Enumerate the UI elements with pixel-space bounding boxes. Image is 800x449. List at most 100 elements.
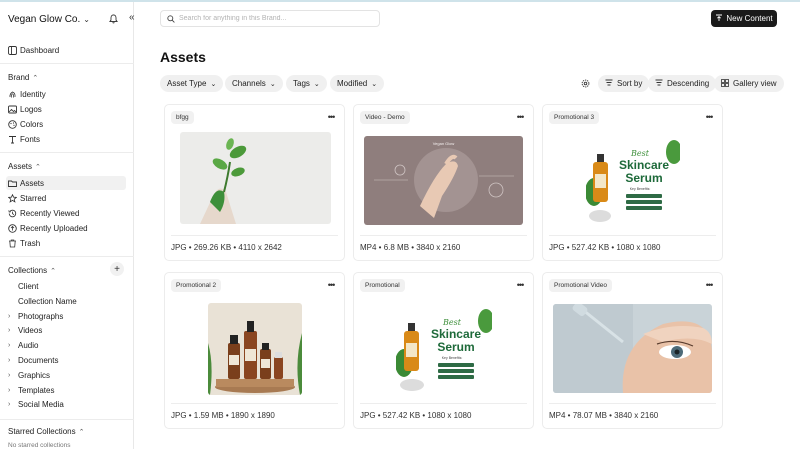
sidebar-item-identity[interactable]: Identity — [6, 87, 126, 101]
collection-label: Collection Name — [18, 297, 77, 306]
upload-icon — [6, 223, 18, 233]
more-options-icon[interactable]: ••• — [702, 279, 716, 291]
sidebar-item-label: Recently Viewed — [20, 208, 80, 218]
filter-asset-type[interactable]: Asset Type ⌄ — [160, 75, 224, 92]
collection-item-documents[interactable]: › Documents — [8, 356, 58, 365]
chevron-right-icon[interactable]: › — [8, 342, 18, 349]
sidebar-item-label: Colors — [20, 119, 44, 129]
chevron-right-icon[interactable]: › — [8, 313, 18, 320]
asset-thumbnail[interactable]: Best Skincare Serum Key Benefits: — [396, 301, 492, 393]
more-options-icon[interactable]: ••• — [702, 111, 716, 123]
collection-item-graphics[interactable]: › Graphics — [8, 371, 50, 380]
filter-channels[interactable]: Channels ⌄ — [225, 75, 283, 92]
asset-meta: MP4 • 6.8 MB • 3840 x 2160 — [360, 243, 461, 252]
trash-icon — [6, 239, 18, 248]
chevron-right-icon[interactable]: › — [8, 327, 18, 334]
sidebar-item-assets[interactable]: Assets — [6, 176, 126, 190]
collection-item-photographs[interactable]: › Photographs — [8, 312, 63, 321]
asset-card[interactable]: Promotional ••• Best Skincare Serum Key … — [353, 272, 534, 429]
sidebar-item-dashboard[interactable]: Dashboard — [6, 43, 126, 57]
card-divider — [171, 403, 338, 404]
sidebar-item-label: Fonts — [20, 134, 41, 144]
svg-text:Skincare: Skincare — [619, 158, 669, 172]
search-input[interactable] — [179, 15, 369, 22]
collection-label: Documents — [18, 356, 59, 365]
sidebar-item-recently-uploaded[interactable]: Recently Uploaded — [6, 221, 126, 235]
collection-item-audio[interactable]: › Audio — [8, 341, 38, 350]
chevron-right-icon[interactable]: › — [8, 387, 18, 394]
settings-button[interactable] — [577, 75, 594, 92]
filter-tags[interactable]: Tags ⌄ — [286, 75, 327, 92]
sidebar-item-recently-viewed[interactable]: Recently Viewed — [6, 206, 126, 220]
sidebar-item-logos[interactable]: Logos — [6, 102, 126, 116]
asset-thumbnail[interactable] — [553, 304, 712, 393]
svg-text:Serum: Serum — [437, 340, 474, 354]
sidebar-item-colors[interactable]: Colors — [6, 117, 126, 131]
more-options-icon[interactable]: ••• — [324, 279, 338, 291]
svg-text:Skincare: Skincare — [431, 327, 481, 341]
filter-modified[interactable]: Modified ⌄ — [330, 75, 385, 92]
sidebar-item-label: Recently Uploaded — [20, 223, 88, 233]
collection-item-collection-name[interactable]: Collection Name — [18, 297, 77, 306]
bell-icon[interactable] — [109, 14, 118, 24]
collapse-sidebar-icon[interactable]: « — [129, 12, 135, 23]
chevron-down-icon: ⌄ — [210, 80, 217, 88]
asset-meta: JPG • 1.59 MB • 1890 x 1890 — [171, 411, 275, 420]
more-options-icon[interactable]: ••• — [513, 111, 527, 123]
svg-text:Serum: Serum — [625, 171, 662, 185]
chevron-up-icon: ⌃ — [78, 428, 85, 436]
card-divider — [549, 403, 716, 404]
asset-meta: JPG • 269.26 KB • 4110 x 2642 — [171, 243, 282, 252]
new-content-button[interactable]: New Content — [711, 10, 777, 27]
chevron-right-icon[interactable]: › — [8, 357, 18, 364]
collection-item-videos[interactable]: › Videos — [8, 326, 42, 335]
asset-card[interactable]: bfgg ••• JPG • 269.26 KB • 4110 x 2642 — [164, 104, 345, 261]
card-divider — [360, 235, 527, 236]
asset-card[interactable]: Promotional 3 ••• Best Skincare Serum Ke… — [542, 104, 723, 261]
sort-by-button[interactable]: Sort by — [598, 75, 650, 92]
svg-text:Best: Best — [630, 149, 650, 158]
sidebar-item-fonts[interactable]: Fonts — [6, 132, 126, 146]
chevron-right-icon[interactable]: › — [8, 372, 18, 379]
asset-thumbnail[interactable] — [208, 303, 302, 395]
chevron-up-icon: ⌃ — [32, 74, 39, 82]
fingerprint-icon — [6, 90, 18, 99]
asset-tag: bfgg — [171, 111, 194, 124]
palette-icon — [6, 119, 18, 129]
section-collections[interactable]: Collections ⌃ — [8, 266, 56, 275]
view-mode-button[interactable]: Gallery view — [714, 75, 784, 92]
more-options-icon[interactable]: ••• — [324, 111, 338, 123]
asset-thumbnail[interactable] — [180, 132, 331, 224]
chevron-up-icon: ⌃ — [35, 163, 41, 171]
asset-thumbnail[interactable]: Vegan Glow — [364, 136, 523, 225]
asset-meta: JPG • 527.42 KB • 1080 x 1080 — [549, 243, 661, 252]
order-label: Descending — [667, 79, 710, 88]
section-assets[interactable]: Assets ⌃ — [8, 162, 41, 171]
chevron-down-icon: ⌄ — [371, 80, 378, 88]
gear-icon — [581, 79, 590, 88]
asset-tag: Promotional 3 — [549, 111, 600, 124]
svg-text:Key Benefits:: Key Benefits: — [442, 356, 463, 360]
collection-label: Videos — [18, 326, 43, 335]
image-icon — [6, 105, 18, 114]
sidebar-item-label: Assets — [20, 178, 45, 188]
section-brand[interactable]: Brand ⌃ — [8, 73, 38, 82]
card-divider — [360, 403, 527, 404]
asset-card[interactable]: Promotional Video ••• MP4 • 78.07 MB • 3… — [542, 272, 723, 429]
asset-thumbnail[interactable]: Best Skincare Serum Key Benefits: — [586, 132, 680, 226]
collection-item-templates[interactable]: › Templates — [8, 386, 54, 395]
chevron-right-icon[interactable]: › — [8, 401, 18, 408]
collection-item-client[interactable]: Client — [18, 282, 38, 291]
add-collection-button[interactable]: + — [110, 262, 124, 276]
sidebar-item-trash[interactable]: Trash — [6, 236, 126, 250]
sort-order-button[interactable]: Descending — [648, 75, 717, 92]
collection-item-social-media[interactable]: › Social Media — [8, 400, 64, 409]
folder-icon — [6, 179, 18, 188]
sidebar-item-starred[interactable]: Starred — [6, 191, 126, 205]
asset-card[interactable]: Video - Demo ••• Vegan Glow MP4 • 6.8 MB… — [353, 104, 534, 261]
search-box[interactable] — [160, 10, 380, 27]
asset-card[interactable]: Promotional 2 ••• JPG • 1.59 MB • 1890 x… — [164, 272, 345, 429]
plus-icon: + — [114, 263, 120, 275]
section-starred-collections[interactable]: Starred Collections ⌃ — [8, 427, 84, 436]
more-options-icon[interactable]: ••• — [513, 279, 527, 291]
